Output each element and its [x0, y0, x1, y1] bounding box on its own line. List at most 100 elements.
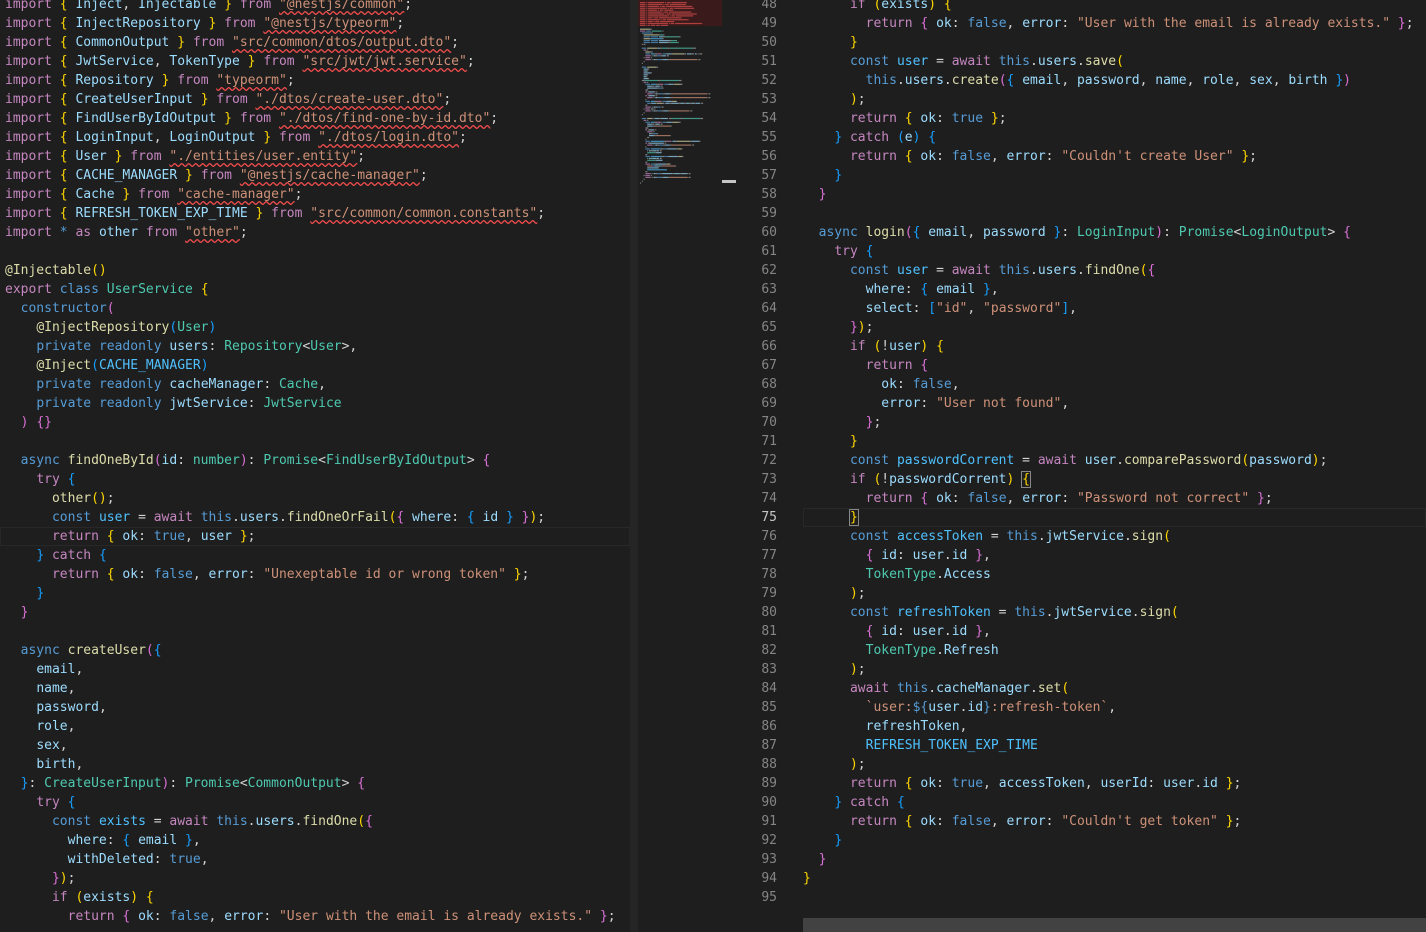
- code-line[interactable]: async login({ email, password }: LoginIn…: [803, 223, 1351, 242]
- code-line[interactable]: }: CreateUserInput): Promise<CommonOutpu…: [5, 774, 365, 793]
- code-line[interactable]: @Inject(CACHE_MANAGER): [5, 356, 208, 375]
- code-line[interactable]: @Injectable(): [5, 261, 107, 280]
- code-line[interactable]: }: [803, 831, 842, 850]
- code-line[interactable]: return { ok: true };: [803, 109, 1007, 128]
- code-line[interactable]: export class UserService {: [5, 280, 209, 299]
- code-line[interactable]: return { ok: false, error: "Unexeptable …: [5, 565, 529, 584]
- code-line[interactable]: if (exists) {: [5, 888, 154, 907]
- minimap-mark: [650, 108, 652, 110]
- code-line[interactable]: where: { email },: [803, 280, 999, 299]
- code-line[interactable]: }: [5, 603, 29, 622]
- code-line[interactable]: private readonly users: Repository<User>…: [5, 337, 357, 356]
- code-line[interactable]: refreshToken,: [803, 717, 968, 736]
- code-line[interactable]: return { ok: true, accessToken, userId: …: [803, 774, 1241, 793]
- code-line[interactable]: async findOneById(id: number): Promise<F…: [5, 451, 491, 470]
- code-line[interactable]: select: ["id", "password"],: [803, 299, 1077, 318]
- code-line[interactable]: { id: user.id },: [803, 622, 991, 641]
- code-line[interactable]: return { ok: false, error: "User with th…: [803, 14, 1414, 33]
- code-line[interactable]: where: { email },: [5, 831, 201, 850]
- code-line[interactable]: role,: [5, 717, 75, 736]
- code-line[interactable]: );: [803, 755, 866, 774]
- code-line[interactable]: import { Cache } from "cache-manager";: [5, 185, 302, 204]
- code-line[interactable]: import { InjectRepository } from "@nestj…: [5, 14, 404, 33]
- code-line[interactable]: `user:${user.id}:refresh-token`,: [803, 698, 1116, 717]
- code-line[interactable]: this.users.create({ email, password, nam…: [803, 71, 1351, 90]
- code-line[interactable]: await this.cacheManager.set(: [803, 679, 1069, 698]
- minimap[interactable]: [638, 0, 736, 932]
- code-line[interactable]: try {: [5, 470, 75, 489]
- code-line[interactable]: import { REFRESH_TOKEN_EXP_TIME } from "…: [5, 204, 545, 223]
- code-line[interactable]: return { ok: false, error: "Couldn't get…: [803, 812, 1241, 831]
- code-line[interactable]: const user = await this.users.findOne({: [803, 261, 1155, 280]
- code-line[interactable]: import { User } from "./entities/user.en…: [5, 147, 365, 166]
- code-line[interactable]: }: [803, 166, 842, 185]
- code-line[interactable]: import { CACHE_MANAGER } from "@nestjs/c…: [5, 166, 428, 185]
- code-line[interactable]: });: [803, 318, 873, 337]
- code-line[interactable]: private readonly jwtService: JwtService: [5, 394, 341, 413]
- line-number: 51: [761, 54, 777, 69]
- code-line[interactable]: other();: [5, 489, 115, 508]
- code-line[interactable]: const user = await this.users.save(: [803, 52, 1124, 71]
- code-line[interactable]: }: [5, 584, 44, 603]
- code-line[interactable]: import { FindUserByIdOutput } from "./dt…: [5, 109, 498, 128]
- minimap-mark: [646, 7, 648, 9]
- code-line[interactable]: }: [803, 850, 827, 869]
- code-line[interactable]: birth,: [5, 755, 83, 774]
- code-line[interactable]: private readonly cacheManager: Cache,: [5, 375, 326, 394]
- code-line[interactable]: password,: [5, 698, 106, 717]
- code-line[interactable]: TokenType.Refresh: [803, 641, 999, 660]
- code-line[interactable]: sex,: [5, 736, 67, 755]
- code-line[interactable]: import { Repository } from "typeorm";: [5, 71, 295, 90]
- code-line[interactable]: }: [803, 869, 811, 888]
- code-line[interactable]: @InjectRepository(User): [5, 318, 216, 337]
- code-line[interactable]: try {: [803, 242, 873, 261]
- horizontal-scrollbar[interactable]: [803, 918, 1426, 932]
- right-editor-pane[interactable]: 48 if (exists) {49 return { ok: false, e…: [736, 0, 1426, 932]
- code-line[interactable]: const accessToken = this.jwtService.sign…: [803, 527, 1171, 546]
- code-line[interactable]: constructor(: [5, 299, 115, 318]
- code-line[interactable]: ok: false,: [803, 375, 959, 394]
- code-line[interactable]: if (!passwordCorrent) {: [803, 470, 1031, 489]
- code-line[interactable]: } catch (e) {: [803, 128, 936, 147]
- code-line[interactable]: async createUser({: [5, 641, 162, 660]
- code-line[interactable]: return { ok: false, error: "User with th…: [5, 907, 616, 926]
- code-line[interactable]: );: [803, 584, 866, 603]
- code-line[interactable]: const exists = await this.users.findOne(…: [5, 812, 373, 831]
- code-line[interactable]: const passwordCorrent = await user.compa…: [803, 451, 1327, 470]
- code-line[interactable]: withDeleted: true,: [5, 850, 209, 869]
- code-line[interactable]: import { JwtService, TokenType } from "s…: [5, 52, 475, 71]
- code-line[interactable]: import { Inject, Injectable } from "@nes…: [5, 0, 412, 14]
- code-line[interactable]: try {: [5, 793, 75, 812]
- code-line[interactable]: import * as other from "other";: [5, 223, 248, 242]
- code-line[interactable]: { id: user.id },: [803, 546, 991, 565]
- code-line[interactable]: return { ok: false, error: "Couldn't cre…: [803, 147, 1257, 166]
- code-line[interactable]: import { CommonOutput } from "src/common…: [5, 33, 459, 52]
- code-line[interactable]: TokenType.Access: [803, 565, 991, 584]
- code-line[interactable]: });: [5, 869, 75, 888]
- code-line[interactable]: import { CreateUserInput } from "./dtos/…: [5, 90, 451, 109]
- code-line[interactable]: }: [803, 185, 827, 204]
- code-line[interactable]: return {: [803, 356, 929, 375]
- code-line[interactable]: } catch {: [5, 546, 106, 565]
- code-line[interactable]: );: [803, 90, 866, 109]
- code-line[interactable]: email,: [5, 660, 83, 679]
- code-line[interactable]: import { LoginInput, LoginOutput } from …: [5, 128, 467, 147]
- code-line[interactable]: }: [803, 432, 858, 451]
- code-line[interactable]: const refreshToken = this.jwtService.sig…: [803, 603, 1179, 622]
- code-line[interactable]: if (exists) {: [803, 0, 952, 14]
- left-editor-pane[interactable]: import { Inject, Injectable } from "@nes…: [0, 0, 630, 932]
- code-line[interactable]: const user = await this.users.findOneOrF…: [5, 508, 545, 527]
- code-line[interactable]: REFRESH_TOKEN_EXP_TIME: [803, 736, 1038, 755]
- minimap-mark: [645, 176, 651, 178]
- code-line[interactable]: error: "User not found",: [803, 394, 1069, 413]
- code-line[interactable]: name,: [5, 679, 75, 698]
- editor-split-divider[interactable]: [630, 0, 638, 932]
- code-line[interactable]: if (!user) {: [803, 337, 944, 356]
- code-line[interactable]: };: [803, 413, 882, 432]
- code-line[interactable]: ) {}: [5, 413, 52, 432]
- code-line[interactable]: return { ok: false, error: "Password not…: [803, 489, 1273, 508]
- code-line[interactable]: );: [803, 660, 866, 679]
- code-line[interactable]: } catch {: [803, 793, 904, 812]
- code-line[interactable]: }: [803, 33, 858, 52]
